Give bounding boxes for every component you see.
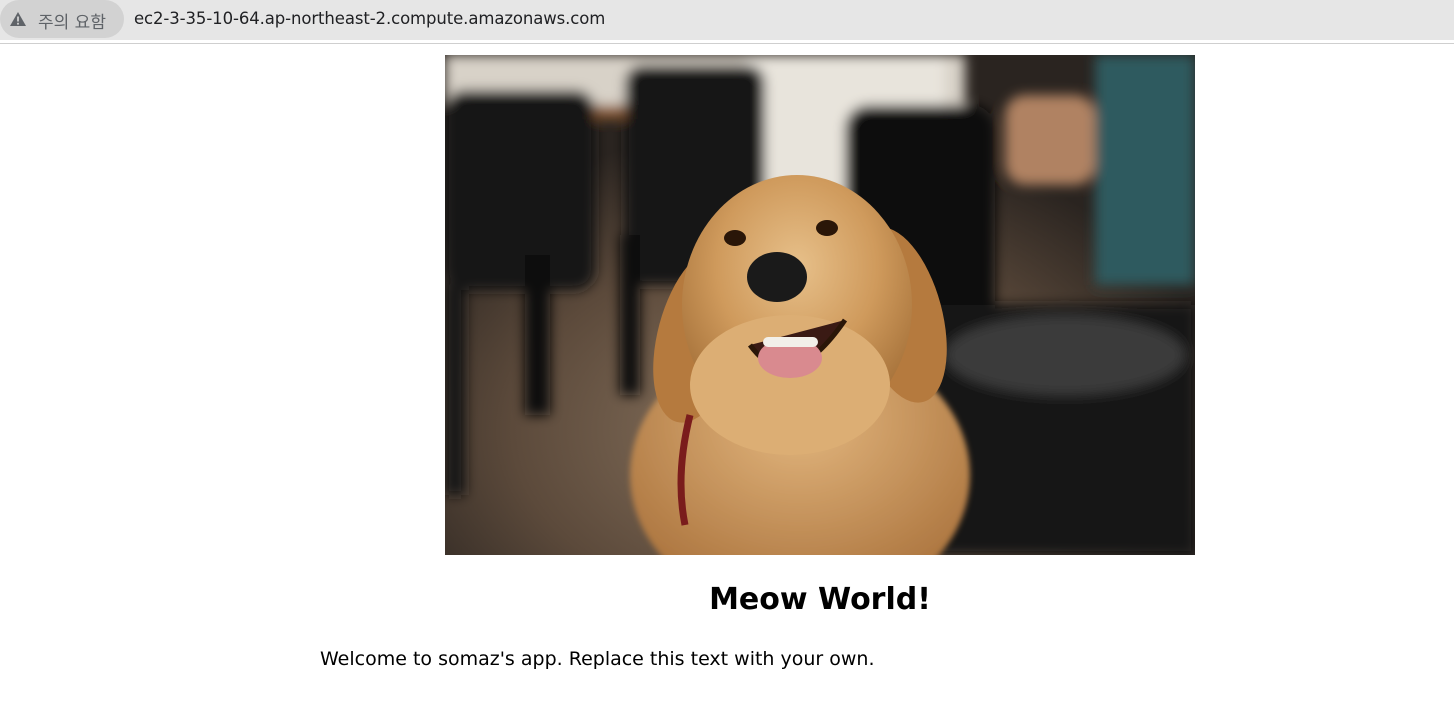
dog-photo-illustration — [445, 55, 1195, 555]
welcome-text: Welcome to somaz's app. Replace this tex… — [320, 648, 875, 670]
url-text[interactable]: ec2-3-35-10-64.ap-northeast-2.compute.am… — [134, 9, 605, 28]
warning-icon — [10, 12, 26, 26]
security-label: 주의 요함 — [38, 13, 106, 33]
toolbar-divider — [0, 43, 1454, 44]
page-title: Meow World! — [709, 582, 931, 617]
address-bar[interactable]: 주의 요함 ec2-3-35-10-64.ap-northeast-2.comp… — [0, 0, 1454, 40]
security-indicator[interactable]: 주의 요함 — [0, 0, 124, 38]
dog-photo — [445, 55, 1195, 555]
